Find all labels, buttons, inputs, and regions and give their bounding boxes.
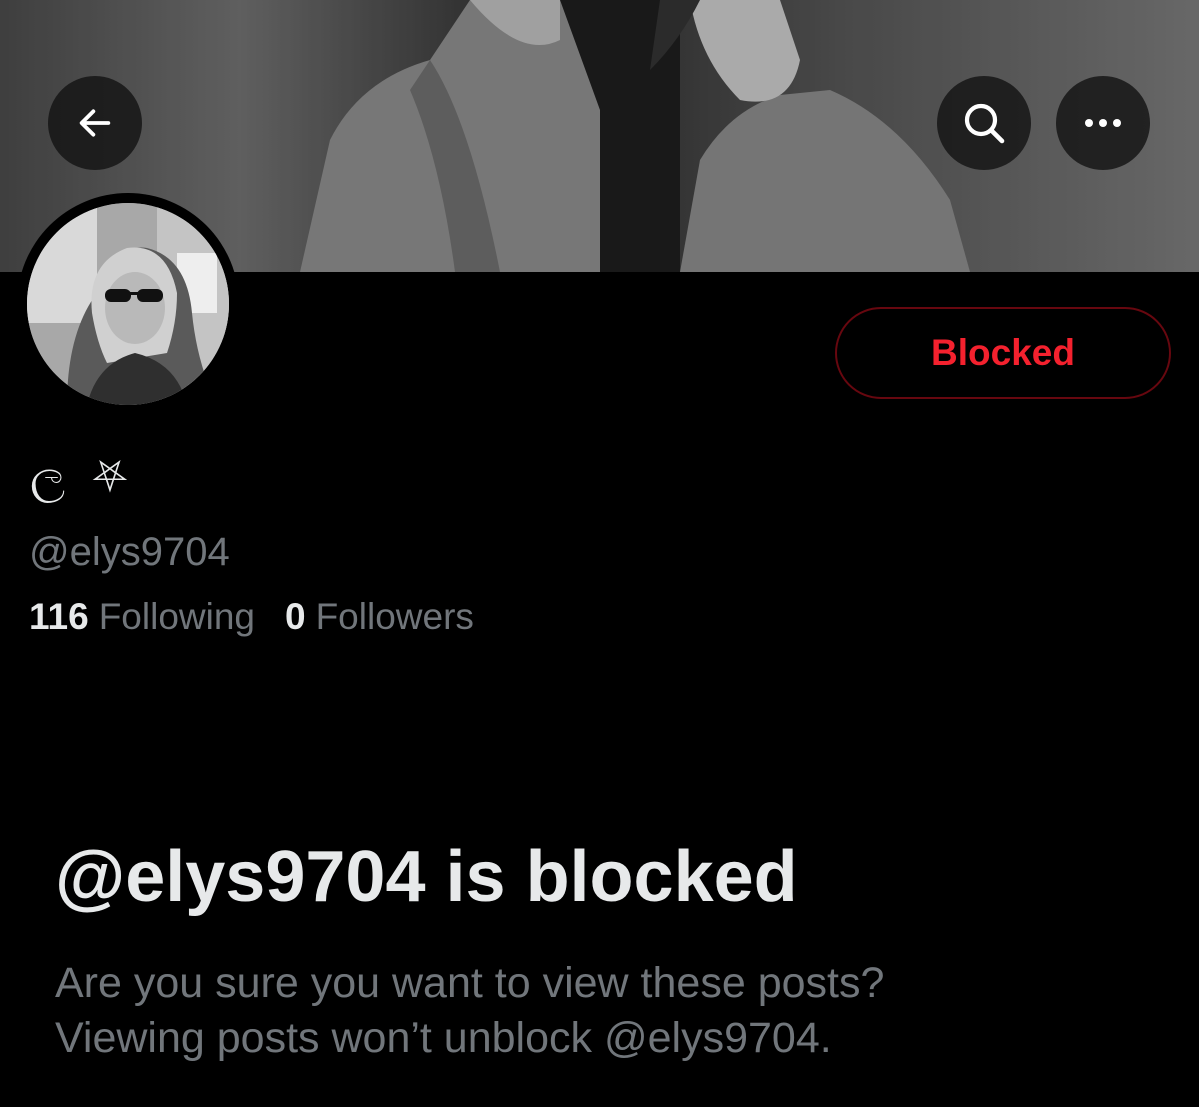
- display-name: ල ⛧: [30, 448, 135, 502]
- following-count: 116: [29, 596, 89, 637]
- back-button[interactable]: [48, 76, 142, 170]
- followers-label: Followers: [315, 596, 474, 637]
- search-icon: [964, 103, 1005, 144]
- followers-stat[interactable]: 0 Followers: [285, 592, 474, 642]
- avatar[interactable]: [27, 203, 229, 405]
- blocked-notice-line-2: Viewing posts won’t unblock @elys9704.: [55, 1014, 832, 1062]
- arrow-left-icon: [79, 109, 111, 137]
- blocked-notice-title: @elys9704 is blocked: [55, 837, 798, 917]
- search-button[interactable]: [937, 76, 1031, 170]
- followers-count: 0: [285, 596, 306, 637]
- following-label: Following: [98, 596, 255, 637]
- following-stat[interactable]: 116 Following: [29, 592, 255, 642]
- avatar-photo: [27, 203, 229, 405]
- blocked-notice-line-1: Are you sure you want to view these post…: [55, 959, 885, 1007]
- profile-handle: @elys9704: [29, 530, 230, 574]
- blocked-notice-text: Are you sure you want to view these post…: [55, 956, 1155, 1066]
- blocked-button[interactable]: Blocked: [835, 307, 1171, 399]
- more-options-button[interactable]: [1056, 76, 1150, 170]
- more-horizontal-icon: [1085, 119, 1121, 127]
- profile-stats: 116 Following 0 Followers: [29, 592, 474, 642]
